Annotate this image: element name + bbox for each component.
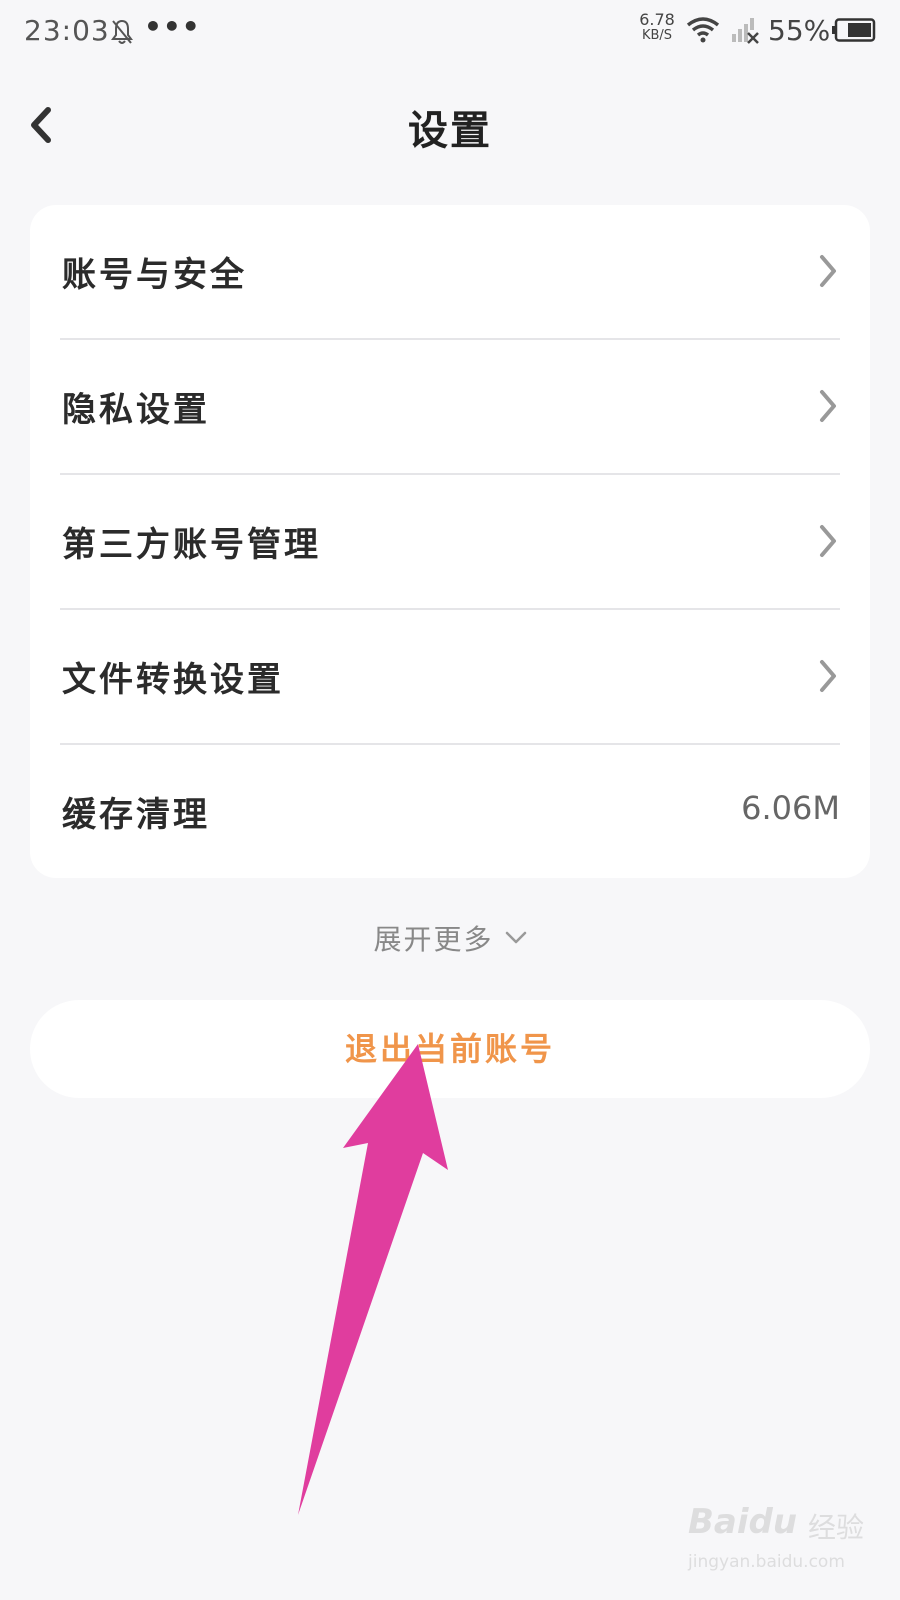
page-title: 设置 (408, 108, 492, 154)
settings-item-label: 文件转换设置 (62, 660, 284, 700)
chevron-right-icon (820, 660, 836, 692)
settings-item-privacy[interactable]: 隐私设置 (60, 340, 840, 474)
cache-size-value: 6.06M (741, 789, 840, 827)
status-bar: 23:03 ••• 6.78 KB/S 55% (0, 0, 900, 64)
settings-item-label: 账号与安全 (62, 255, 247, 295)
watermark-url: jingyan.baidu.com (688, 1552, 845, 1572)
battery-percent: 55% (768, 14, 831, 47)
bell-muted-icon (111, 19, 133, 44)
expand-more-button[interactable]: 展开更多 (0, 918, 900, 958)
network-speed-unit: KB/S (641, 28, 673, 43)
chevron-right-icon (820, 390, 836, 422)
more-notifications-icon: ••• (144, 10, 201, 43)
settings-item-account-security[interactable]: 账号与安全 (60, 205, 840, 339)
settings-item-label: 第三方账号管理 (62, 525, 321, 565)
chevron-right-icon (820, 525, 836, 557)
chevron-down-icon (505, 931, 526, 944)
network-speed-value: 6.78 (639, 10, 675, 29)
settings-card: 账号与安全 隐私设置 第三方账号管理 文件转换设置 缓存清理 6.06M (30, 205, 870, 878)
watermark-brand-suffix: 经验 (808, 1511, 865, 1544)
expand-more-label: 展开更多 (373, 923, 494, 956)
logout-label: 退出当前账号 (344, 1030, 555, 1068)
battery-icon (832, 18, 876, 42)
network-speed: 6.78 KB/S (634, 12, 680, 44)
settings-item-label: 缓存清理 (62, 795, 210, 835)
chevron-right-icon (820, 255, 836, 287)
status-time: 23:03 (24, 14, 110, 47)
logout-button[interactable]: 退出当前账号 (30, 1000, 870, 1098)
baidu-jingyan-watermark: Baidu 经验 jingyan.baidu.com (688, 1502, 888, 1592)
settings-item-file-conversion[interactable]: 文件转换设置 (60, 610, 840, 744)
wifi-icon (686, 17, 720, 43)
navigation-header: 设置 (0, 80, 900, 170)
settings-item-third-party-accounts[interactable]: 第三方账号管理 (60, 475, 840, 609)
settings-item-clear-cache[interactable]: 缓存清理 6.06M (60, 745, 840, 879)
settings-item-label: 隐私设置 (62, 390, 210, 430)
cell-signal-icon (732, 18, 759, 44)
watermark-brand: Baidu (688, 1502, 798, 1542)
